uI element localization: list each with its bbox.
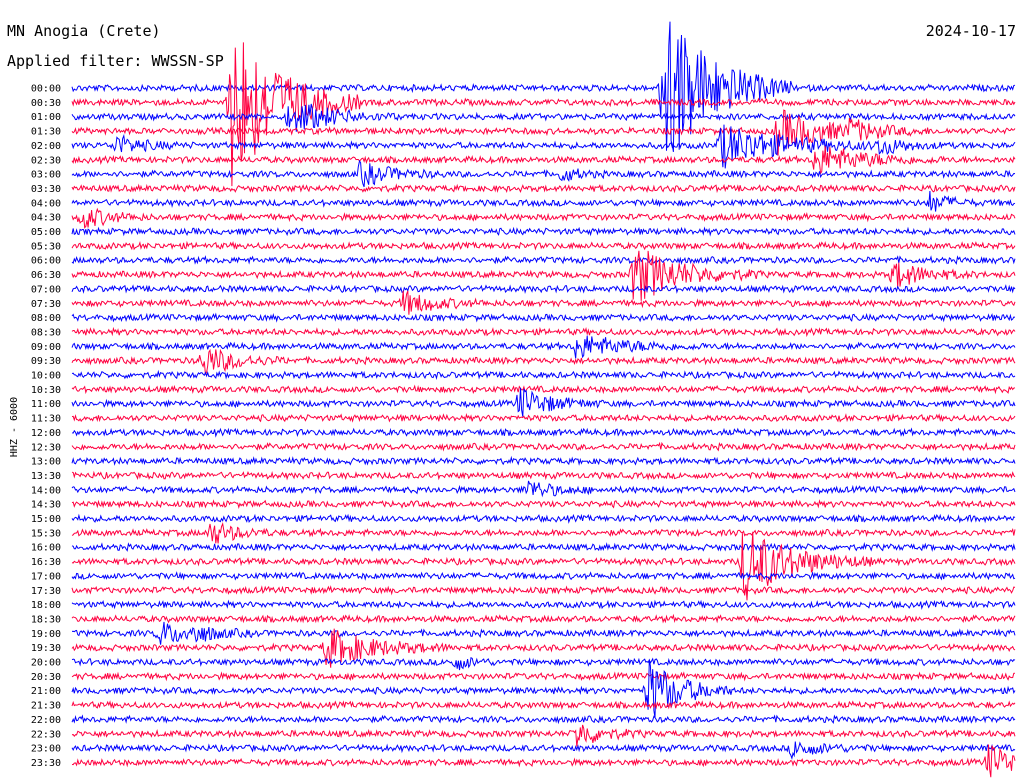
row-time-label: 08:30 <box>31 327 61 338</box>
row-time-label: 04:00 <box>31 198 61 209</box>
row-time-label: 15:30 <box>31 528 61 539</box>
trace-row <box>71 570 1016 581</box>
trace-row <box>71 741 1016 760</box>
trace-row <box>71 412 1016 423</box>
row-time-label: 03:00 <box>31 170 61 181</box>
row-time-label: 14:30 <box>31 500 61 511</box>
row-time-label: 19:00 <box>31 629 61 640</box>
trace-row <box>71 585 1016 596</box>
row-time-label: 11:00 <box>31 399 61 410</box>
station-title: MN Anogia (Crete) <box>7 22 161 40</box>
row-time-label: 23:00 <box>31 744 61 755</box>
row-time-label: 18:00 <box>31 600 61 611</box>
trace-row <box>71 513 1016 524</box>
trace-row <box>71 724 1016 747</box>
filter-label: Applied filter: WWSSN-SP <box>7 52 224 70</box>
row-time-label: 05:30 <box>31 241 61 252</box>
trace-row <box>71 499 1016 509</box>
trace-row <box>71 284 1016 295</box>
row-time-label: 11:30 <box>31 414 61 425</box>
row-time-label: 06:30 <box>31 270 61 281</box>
helicorder-chart: MN Anogia (Crete) 2024-10-17 Applied fil… <box>7 21 1016 778</box>
row-tick-labels: 00:00 00:30 01:00 01:30 02:00 02:30 03:00 03:30… <box>31 84 61 769</box>
row-time-label: 13:00 <box>31 457 61 468</box>
row-time-label: 00:00 <box>31 84 61 95</box>
trace-row <box>71 159 1016 188</box>
trace-row <box>71 480 1016 498</box>
trace-row <box>71 700 1016 711</box>
trace-row <box>71 369 1016 381</box>
trace-row <box>71 226 1016 237</box>
row-time-label: 01:00 <box>31 112 61 123</box>
trace-row <box>71 470 1016 481</box>
trace-row <box>71 671 1016 682</box>
trace-row <box>71 441 1016 452</box>
row-time-label: 09:30 <box>31 356 61 367</box>
trace-row <box>71 348 1016 376</box>
trace-row <box>71 613 1016 624</box>
row-time-label: 16:00 <box>31 543 61 554</box>
row-time-label: 05:00 <box>31 227 61 238</box>
row-time-label: 12:00 <box>31 428 61 439</box>
row-time-label: 18:30 <box>31 614 61 625</box>
trace-row <box>71 312 1016 323</box>
row-time-label: 22:00 <box>31 715 61 726</box>
trace-row <box>71 183 1016 194</box>
row-time-label: 22:30 <box>31 729 61 740</box>
trace-row <box>71 190 1016 212</box>
row-time-label: 03:30 <box>31 184 61 195</box>
trace-row <box>71 427 1016 438</box>
row-time-label: 16:30 <box>31 557 61 568</box>
row-time-label: 02:00 <box>31 141 61 152</box>
row-time-label: 07:00 <box>31 284 61 295</box>
trace-row <box>71 714 1016 725</box>
row-time-label: 20:00 <box>31 658 61 669</box>
trace-row <box>71 455 1016 467</box>
trace-row <box>71 656 1016 671</box>
row-time-label: 06:00 <box>31 256 61 267</box>
row-time-label: 02:30 <box>31 155 61 166</box>
row-time-label: 12:30 <box>31 442 61 453</box>
row-time-label: 17:30 <box>31 586 61 597</box>
row-time-label: 10:00 <box>31 371 61 382</box>
row-time-label: 08:00 <box>31 313 61 324</box>
y-axis-label: HHZ - 6000 <box>9 397 20 457</box>
trace-row <box>71 335 1016 359</box>
trace-row <box>71 621 1016 645</box>
trace-row <box>71 660 1016 718</box>
row-time-label: 17:00 <box>31 571 61 582</box>
trace-row <box>71 146 1016 175</box>
trace-row <box>71 384 1016 395</box>
row-time-label: 01:30 <box>31 127 61 138</box>
row-time-label: 21:00 <box>31 686 61 697</box>
row-time-label: 23:30 <box>31 758 61 769</box>
row-time-label: 19:30 <box>31 643 61 654</box>
row-time-label: 07:30 <box>31 299 61 310</box>
row-time-label: 21:30 <box>31 701 61 712</box>
trace-row <box>71 521 1016 544</box>
row-time-label: 09:00 <box>31 342 61 353</box>
trace-row <box>71 103 1016 132</box>
row-time-label: 15:00 <box>31 514 61 525</box>
row-time-label: 04:30 <box>31 213 61 224</box>
trace-row <box>71 599 1016 610</box>
row-time-label: 00:30 <box>31 98 61 109</box>
trace-row <box>71 290 1016 315</box>
row-time-label: 20:30 <box>31 672 61 683</box>
trace-row <box>71 326 1016 338</box>
trace-row <box>71 255 1016 266</box>
row-time-label: 13:30 <box>31 471 61 482</box>
trace-row <box>71 240 1016 252</box>
date-label: 2024-10-17 <box>926 22 1016 40</box>
seismic-traces <box>71 21 1016 778</box>
trace-row <box>71 541 1016 553</box>
trace-row <box>71 207 1016 229</box>
row-time-label: 10:30 <box>31 385 61 396</box>
row-time-label: 14:00 <box>31 485 61 496</box>
